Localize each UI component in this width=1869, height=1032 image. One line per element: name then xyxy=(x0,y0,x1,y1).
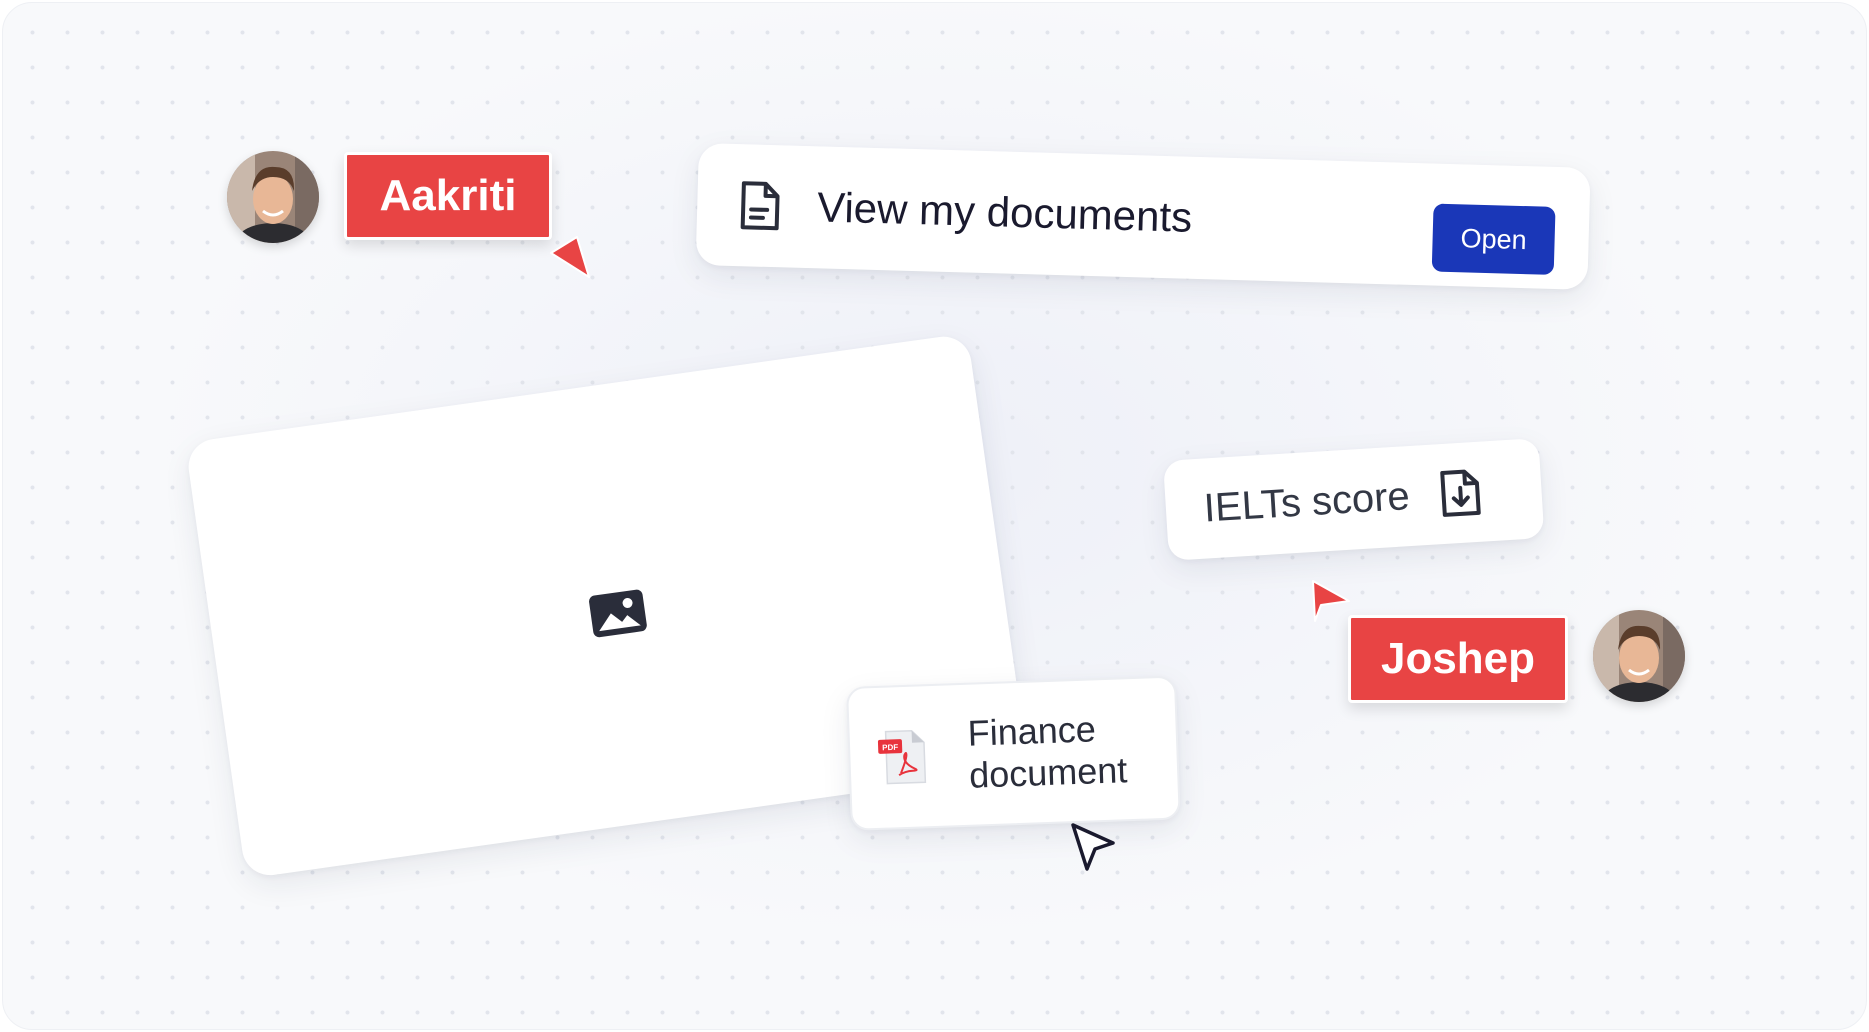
finance-document-line2: document xyxy=(968,749,1128,796)
ielts-score-label: IELTs score xyxy=(1202,473,1411,531)
name-tag-aakriti: Aakriti xyxy=(344,152,552,240)
pdf-badge: PDF xyxy=(882,743,898,753)
view-documents-label: View my documents xyxy=(816,183,1193,241)
name-tag-label: Joshep xyxy=(1380,634,1536,683)
finance-document-card[interactable]: PDF Finance document xyxy=(846,675,1181,831)
ielts-score-card[interactable]: IELTs score xyxy=(1163,438,1545,561)
pdf-file-icon: PDF xyxy=(877,729,927,785)
view-documents-card[interactable]: View my documents Open xyxy=(695,143,1591,290)
finance-document-label: Finance document xyxy=(967,707,1128,796)
open-button[interactable]: Open xyxy=(1431,203,1556,275)
collaborator-pointer-icon xyxy=(1312,580,1350,622)
avatar-joshep xyxy=(1593,610,1685,702)
collaborator-pointer-icon xyxy=(550,236,590,278)
name-tag-label: Aakriti xyxy=(379,171,517,220)
name-tag-joshep: Joshep xyxy=(1348,615,1568,703)
document-icon xyxy=(740,181,780,231)
finance-document-line1: Finance xyxy=(966,708,1097,754)
avatar-aakriti xyxy=(227,151,319,243)
canvas: Aakriti View my documents Open IELTs sco… xyxy=(2,2,1867,1030)
image-placeholder-icon xyxy=(589,589,647,638)
document-download-icon[interactable] xyxy=(1438,467,1483,519)
mouse-cursor-icon xyxy=(1071,823,1115,871)
